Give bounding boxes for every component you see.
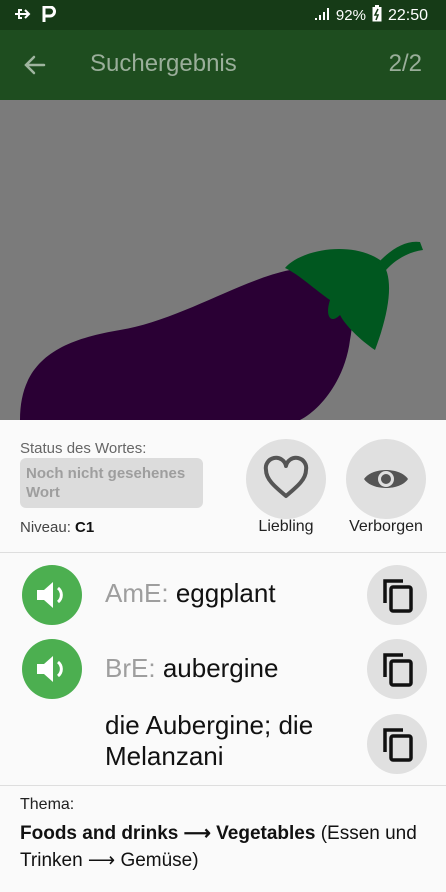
topic-label: Thema:	[20, 796, 75, 813]
level-indicator: Niveau: C1	[20, 519, 94, 536]
topic-english: Foods and drinks ⟶ Vegetables	[20, 823, 316, 844]
translation-prefix: AmE:	[105, 578, 169, 608]
heart-icon	[263, 455, 309, 498]
battery-percentage: 92%	[335, 7, 366, 24]
divider	[0, 552, 446, 553]
page-title: Suchergebnis	[90, 50, 237, 77]
copy-ame-button[interactable]	[367, 565, 427, 625]
hidden-label: Verborgen	[349, 518, 423, 535]
translation-word: aubergine	[162, 653, 279, 683]
translation-word: eggplant	[175, 578, 276, 608]
copy-icon	[383, 653, 413, 687]
status-bar: 92% 22:50	[0, 0, 446, 30]
play-audio-bre-button[interactable]	[22, 639, 82, 699]
play-audio-ame-button[interactable]	[22, 565, 82, 625]
hidden-button[interactable]	[346, 439, 426, 519]
word-status-badge: Noch nicht gesehenes Wort	[20, 458, 203, 508]
usb-icon	[14, 7, 32, 26]
speaker-icon	[37, 656, 63, 682]
level-value: C1	[75, 519, 95, 536]
copy-icon	[383, 728, 413, 762]
parking-icon	[42, 5, 56, 27]
battery-icon	[372, 5, 382, 26]
copy-german-button[interactable]	[367, 714, 427, 774]
signal-icon	[314, 7, 330, 25]
favorite-label: Liebling	[258, 518, 314, 535]
back-arrow-icon[interactable]	[20, 50, 50, 80]
word-status-label: Status des Wortes:	[20, 440, 147, 457]
translation-prefix: BrE:	[105, 653, 156, 683]
translation-bre: BrE: aubergine	[105, 653, 278, 684]
divider	[0, 785, 446, 786]
topic-text: Foods and drinks ⟶ Vegetables (Essen und…	[20, 820, 430, 874]
word-image	[0, 100, 446, 420]
eggplant-illustration	[20, 241, 423, 420]
result-counter: 2/2	[388, 50, 422, 77]
clock: 22:50	[387, 6, 428, 24]
translation-ame: AmE: eggplant	[105, 578, 276, 609]
copy-bre-button[interactable]	[367, 639, 427, 699]
copy-icon	[383, 579, 413, 613]
german-translation: die Aubergine; die Melanzani	[105, 710, 314, 771]
eye-icon	[364, 470, 408, 488]
favorite-button[interactable]	[246, 439, 326, 519]
level-label: Niveau:	[20, 519, 71, 536]
word-detail-panel: Status des Wortes: Noch nicht gesehenes …	[0, 420, 446, 892]
app-bar: Suchergebnis 2/2	[0, 30, 446, 100]
speaker-icon	[37, 582, 63, 608]
